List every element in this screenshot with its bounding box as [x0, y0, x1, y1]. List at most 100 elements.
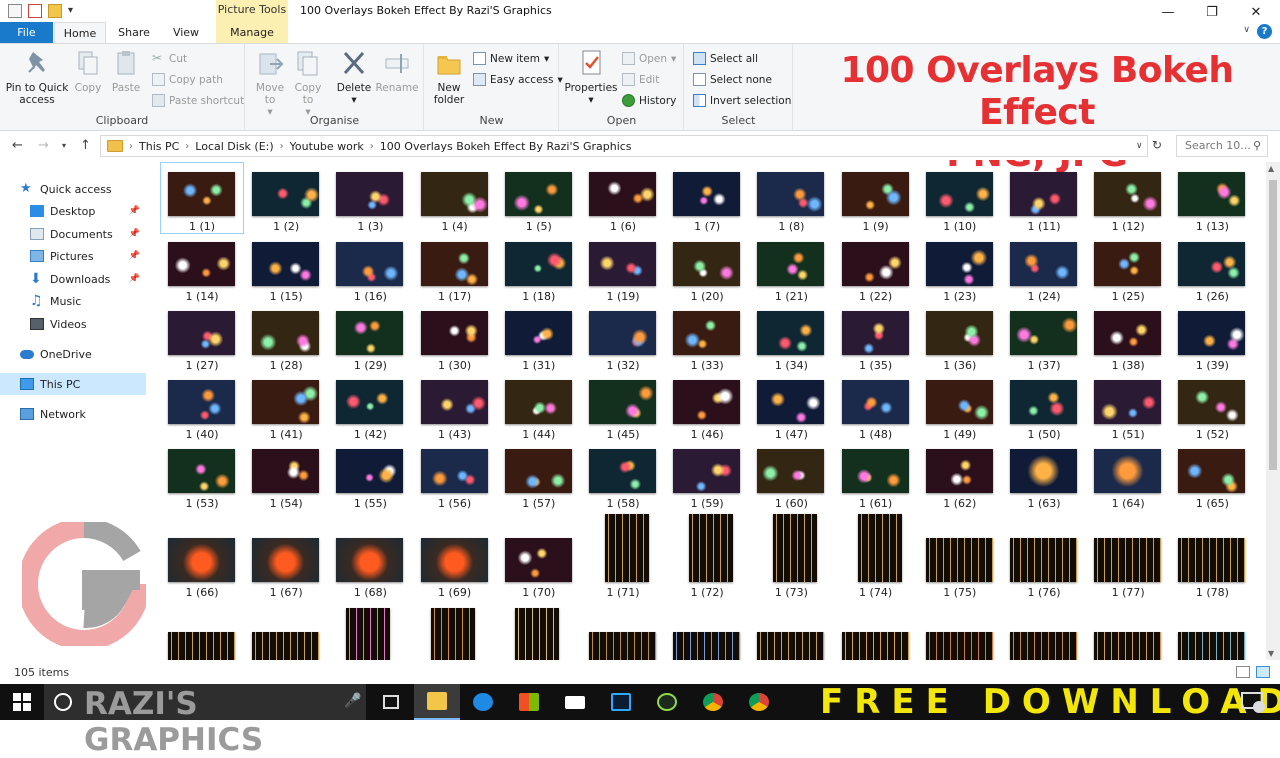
taskbar-chrome[interactable]: [690, 684, 736, 720]
tab-share[interactable]: Share: [110, 22, 158, 43]
file-tile[interactable]: [1170, 632, 1254, 660]
file-tile[interactable]: 1 (19): [581, 232, 665, 304]
properties-button[interactable]: Properties ▾: [564, 48, 618, 106]
file-tile[interactable]: 1 (47): [749, 370, 833, 442]
file-tile[interactable]: 1 (31): [497, 301, 581, 373]
file-tile[interactable]: 1 (59): [665, 439, 749, 511]
notification-icon[interactable]: [1240, 690, 1266, 714]
edit-button[interactable]: Edit: [622, 73, 659, 86]
taskbar-file-explorer[interactable]: [414, 684, 460, 720]
file-tile[interactable]: 1 (34): [749, 301, 833, 373]
file-tile[interactable]: 1 (63): [1002, 439, 1086, 511]
nav-onedrive[interactable]: OneDrive: [20, 343, 92, 365]
file-tile[interactable]: 1 (57): [497, 439, 581, 511]
easy-access-button[interactable]: Easy access ▾: [473, 73, 563, 86]
file-tile[interactable]: 1 (4): [413, 162, 497, 234]
file-tile[interactable]: 1 (38): [1086, 301, 1170, 373]
file-tile[interactable]: 1 (64): [1086, 439, 1170, 511]
select-none-button[interactable]: Select none: [693, 73, 772, 86]
refresh-icon[interactable]: ↻: [1152, 138, 1162, 152]
file-tile[interactable]: [328, 608, 412, 660]
file-tile[interactable]: 1 (32): [581, 301, 665, 373]
file-tile[interactable]: [834, 632, 918, 660]
new-folder-button[interactable]: New folder: [429, 48, 469, 106]
file-tile[interactable]: 1 (12): [1086, 162, 1170, 234]
file-tile[interactable]: 1 (54): [244, 439, 328, 511]
nav-documents[interactable]: Documents 📌: [30, 223, 150, 245]
file-tile[interactable]: 1 (15): [244, 232, 328, 304]
taskbar-search[interactable]: RAZI'S GRAPHICS 🎤: [44, 684, 366, 758]
forward-button[interactable]: →: [38, 138, 49, 153]
address-history-chevron-icon[interactable]: ∨: [1136, 141, 1143, 151]
file-tile[interactable]: 1 (13): [1170, 162, 1254, 234]
file-tile[interactable]: 1 (16): [328, 232, 412, 304]
move-to-button[interactable]: Move to ▾: [252, 48, 288, 118]
taskbar-app-green[interactable]: [644, 684, 690, 720]
file-tile[interactable]: 1 (69): [413, 528, 497, 600]
breadcrumb[interactable]: › This PC › Local Disk (E:) › Youtube wo…: [100, 135, 1148, 157]
large-icons-view-icon[interactable]: [1256, 666, 1270, 678]
file-tile[interactable]: 1 (18): [497, 232, 581, 304]
file-tile[interactable]: 1 (60): [749, 439, 833, 511]
taskbar-photoshop[interactable]: [598, 684, 644, 720]
file-tile[interactable]: [244, 632, 328, 660]
tab-home[interactable]: Home: [54, 22, 106, 43]
file-tile[interactable]: 1 (23): [918, 232, 1002, 304]
maximize-button[interactable]: ❐: [1190, 0, 1234, 24]
nav-this-pc[interactable]: This PC: [0, 373, 146, 395]
file-tile[interactable]: 1 (56): [413, 439, 497, 511]
taskbar-chrome-2[interactable]: [736, 684, 782, 720]
file-tile[interactable]: 1 (58): [581, 439, 665, 511]
paste-shortcut-button[interactable]: Paste shortcut: [152, 94, 244, 107]
vertical-scrollbar[interactable]: ▲ ▼: [1266, 162, 1280, 660]
file-tile[interactable]: 1 (50): [1002, 370, 1086, 442]
file-tile[interactable]: 1 (76): [1002, 528, 1086, 600]
file-tile[interactable]: 1 (11): [1002, 162, 1086, 234]
file-tile[interactable]: 1 (6): [581, 162, 665, 234]
file-tile[interactable]: 1 (7): [665, 162, 749, 234]
file-tile[interactable]: [1086, 632, 1170, 660]
file-tile[interactable]: 1 (8): [749, 162, 833, 234]
tab-view[interactable]: View: [162, 22, 210, 43]
file-tile[interactable]: 1 (33): [665, 301, 749, 373]
file-tile[interactable]: 1 (66): [160, 528, 244, 600]
new-item-button[interactable]: New item ▾: [473, 52, 549, 65]
file-tile[interactable]: 1 (42): [328, 370, 412, 442]
tab-manage[interactable]: Manage: [216, 22, 288, 43]
breadcrumb-youtube-work[interactable]: Youtube work: [290, 140, 364, 153]
file-tile[interactable]: 1 (65): [1170, 439, 1254, 511]
file-tile[interactable]: 1 (52): [1170, 370, 1254, 442]
file-tile[interactable]: 1 (70): [497, 528, 581, 600]
cut-button[interactable]: ✂ Cut: [152, 52, 187, 65]
file-tile[interactable]: 1 (68): [328, 528, 412, 600]
file-tile[interactable]: 1 (21): [749, 232, 833, 304]
file-tile[interactable]: 1 (67): [244, 528, 328, 600]
file-tile[interactable]: 1 (37): [1002, 301, 1086, 373]
pin-to-quick-access-button[interactable]: Pin to Quick access: [4, 48, 70, 106]
breadcrumb-current-folder[interactable]: 100 Overlays Bokeh Effect By Razi'S Grap…: [380, 140, 632, 153]
back-button[interactable]: ←: [12, 138, 23, 153]
file-tile[interactable]: 1 (2): [244, 162, 328, 234]
file-tile[interactable]: 1 (3): [328, 162, 412, 234]
taskbar-edge[interactable]: [460, 684, 506, 720]
help-icon[interactable]: ?: [1257, 24, 1272, 39]
file-tile[interactable]: 1 (75): [918, 528, 1002, 600]
file-tile[interactable]: 1 (1): [160, 162, 244, 234]
file-tile[interactable]: 1 (46): [665, 370, 749, 442]
open-button[interactable]: Open ▾: [622, 52, 676, 65]
collapse-ribbon-icon[interactable]: ∨: [1243, 25, 1250, 35]
file-tile[interactable]: [918, 632, 1002, 660]
file-tile[interactable]: 1 (25): [1086, 232, 1170, 304]
file-tile[interactable]: 1 (24): [1002, 232, 1086, 304]
file-tile[interactable]: 1 (10): [918, 162, 1002, 234]
file-tile[interactable]: 1 (44): [497, 370, 581, 442]
file-tile[interactable]: 1 (48): [834, 370, 918, 442]
file-tile[interactable]: 1 (51): [1086, 370, 1170, 442]
rename-button[interactable]: Rename: [374, 48, 420, 94]
task-view-button[interactable]: [368, 684, 414, 720]
select-all-button[interactable]: Select all: [693, 52, 758, 65]
history-button[interactable]: History: [622, 94, 676, 107]
nav-downloads[interactable]: ⬇ Downloads 📌: [30, 268, 150, 290]
customize-qat-chevron-icon[interactable]: ▾: [68, 4, 78, 18]
file-tile[interactable]: 1 (61): [834, 439, 918, 511]
